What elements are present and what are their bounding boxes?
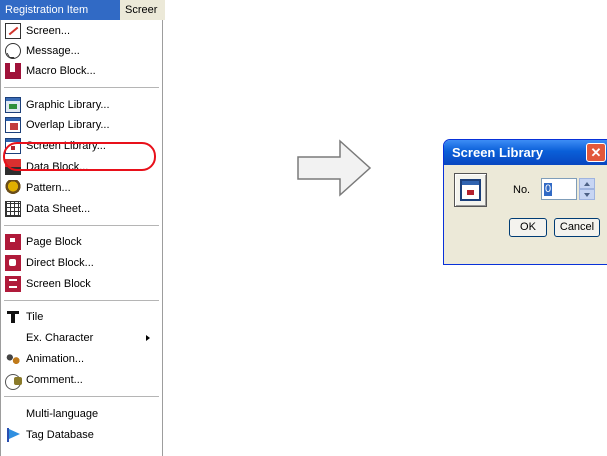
menu-item-screen[interactable]: Screen... xyxy=(1,21,162,41)
screen-library-icon xyxy=(460,179,481,201)
dialog-title-bar[interactable]: Screen Library ✕ xyxy=(444,140,607,165)
data-sheet-icon xyxy=(5,201,21,217)
number-spinner[interactable] xyxy=(579,178,595,200)
close-button[interactable]: ✕ xyxy=(586,143,606,162)
menu-item-overlap-library[interactable]: Overlap Library... xyxy=(1,115,162,135)
menu-item-label: Animation... xyxy=(26,353,85,365)
menu-item-label: Screen Block xyxy=(26,278,91,290)
highlight-ring xyxy=(3,142,156,171)
menu-item-label: Graphic Library... xyxy=(26,99,110,111)
macro-block-icon xyxy=(5,63,21,79)
direct-block-icon xyxy=(5,255,21,271)
menu-separator xyxy=(4,225,159,226)
menu-item-label: Macro Block... xyxy=(26,65,96,77)
menu-item-data-sheet[interactable]: Data Sheet... xyxy=(1,199,162,219)
menu-item-page-block[interactable]: Page Block xyxy=(1,232,162,252)
menu-screen[interactable]: Screer xyxy=(120,0,162,20)
number-input[interactable]: 0 xyxy=(541,178,577,200)
menu-item-label: Comment... xyxy=(26,374,83,386)
overlap-library-icon xyxy=(5,117,21,133)
menu-item-label: Page Block xyxy=(26,236,82,248)
menu-item-comment[interactable]: Comment... xyxy=(1,370,162,390)
spin-up-icon[interactable] xyxy=(579,178,595,189)
menu-item-label: Message... xyxy=(26,45,80,57)
number-label: No. xyxy=(513,184,531,196)
submenu-arrow-icon xyxy=(146,335,150,341)
menu-registration-item[interactable]: Registration Item xyxy=(0,0,120,20)
menu-item-tag-database[interactable]: Tag Database xyxy=(1,425,162,445)
screen-icon xyxy=(5,23,21,39)
animation-icon xyxy=(5,351,21,367)
menu-item-label: Overlap Library... xyxy=(26,119,110,131)
menu-item-macro-block[interactable]: Macro Block... xyxy=(1,61,162,81)
menu-item-label: Ex. Character xyxy=(26,332,94,344)
menu-item-label: Pattern... xyxy=(26,182,71,194)
menu-item-direct-block[interactable]: Direct Block... xyxy=(1,253,162,273)
comment-icon xyxy=(5,373,22,390)
tile-icon xyxy=(5,309,21,325)
menu-item-label: Data Sheet... xyxy=(26,203,91,215)
number-value: 0 xyxy=(544,183,553,196)
pattern-icon xyxy=(5,180,21,196)
menu-item-tile[interactable]: Tile xyxy=(1,307,162,327)
menu-separator xyxy=(4,396,159,397)
menu-item-label: Tag Database xyxy=(26,429,94,441)
menu-separator xyxy=(4,300,159,301)
menu-item-graphic-library[interactable]: Graphic Library... xyxy=(1,95,162,115)
tag-database-icon xyxy=(5,427,21,443)
screen-block-icon xyxy=(5,276,21,292)
page-block-icon xyxy=(5,234,21,250)
message-icon xyxy=(5,43,21,59)
menu-item-screen-block[interactable]: Screen Block xyxy=(1,274,162,294)
spin-down-icon[interactable] xyxy=(579,189,595,200)
menu-separator xyxy=(4,87,159,88)
graphic-library-icon xyxy=(5,97,21,113)
menu-item-message[interactable]: Message... xyxy=(1,41,162,61)
menu-bar: Registration Item Screer xyxy=(0,0,165,20)
right-arrow-icon xyxy=(297,139,372,197)
registration-item-dropdown: Screen... Message... Macro Block... Grap… xyxy=(0,20,163,456)
dialog-title: Screen Library xyxy=(452,145,544,160)
cancel-button[interactable]: Cancel xyxy=(554,218,600,237)
screen-library-dialog-icon xyxy=(454,173,487,207)
menu-item-label: Tile xyxy=(26,311,44,323)
screen-library-dialog: Screen Library ✕ No. 0 OK Cancel xyxy=(443,139,607,265)
menu-item-label: Multi-language xyxy=(26,408,99,420)
menu-item-ex-character[interactable]: Ex. Character xyxy=(1,328,162,348)
menu-item-label: Direct Block... xyxy=(26,257,94,269)
menu-item-multi-language[interactable]: Multi-language xyxy=(1,404,162,424)
menu-item-pattern[interactable]: Pattern... xyxy=(1,178,162,198)
menu-item-animation[interactable]: Animation... xyxy=(1,349,162,369)
ok-button[interactable]: OK xyxy=(509,218,547,237)
menu-item-label: Screen... xyxy=(26,25,71,37)
